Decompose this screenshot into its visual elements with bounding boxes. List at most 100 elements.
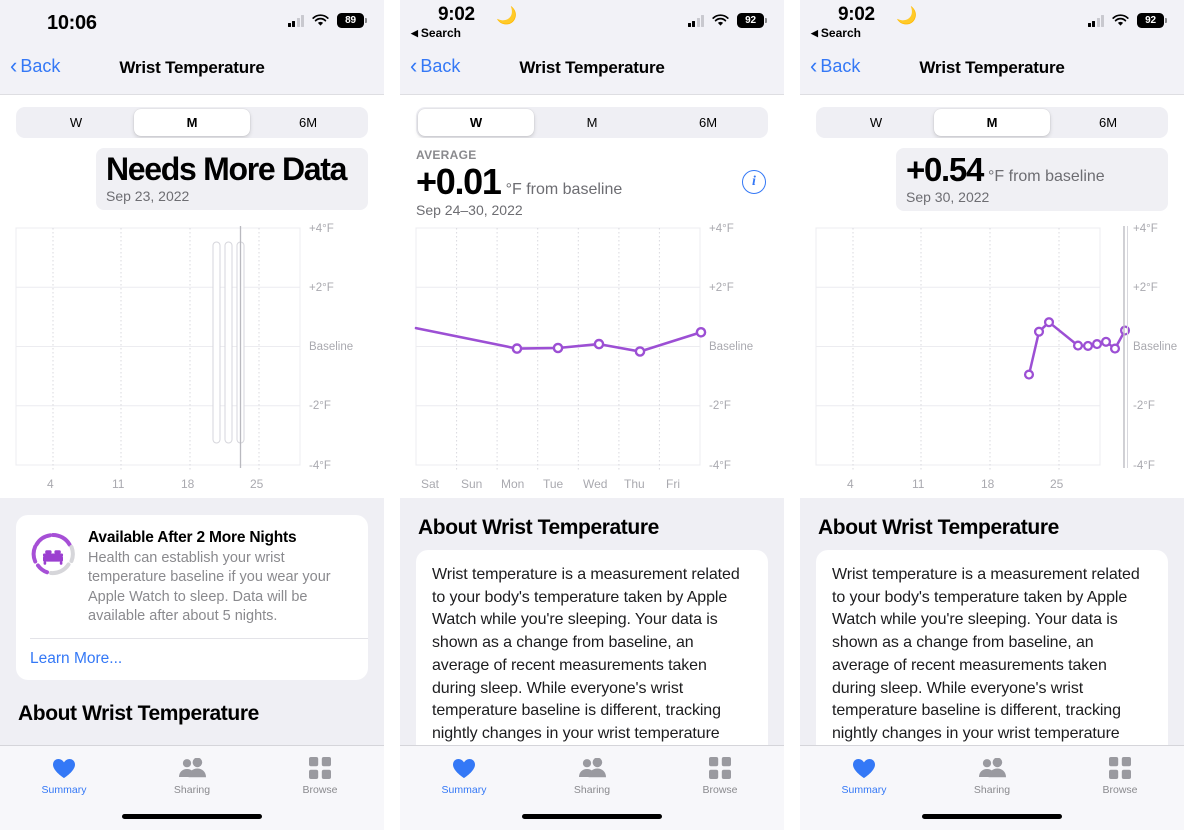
tab-summary-label: Summary xyxy=(441,784,487,796)
svg-text:Tue: Tue xyxy=(543,477,564,491)
tab-list: Summary Sharing Browse xyxy=(400,746,784,796)
status-bar: 9:02 🌙 ◀ Search 92 xyxy=(800,0,1184,46)
return-to-app[interactable]: ◀ Search xyxy=(411,26,461,40)
grid-icon xyxy=(709,755,731,781)
phone-screen-3: 9:02 🌙 ◀ Search 92 ‹ Back Wrist Temperat… xyxy=(800,0,1184,830)
tab-sharing-label: Sharing xyxy=(573,784,611,796)
availability-card-body: Health can establish your wrist temperat… xyxy=(88,550,331,624)
page-title: Wrist Temperature xyxy=(919,58,1065,77)
home-indicator[interactable] xyxy=(522,814,662,819)
info-icon[interactable]: i xyxy=(742,170,766,194)
cellular-signal-icon xyxy=(287,14,304,27)
headline-block: AVERAGE +0.01 °F from baseline Sep 24–30… xyxy=(400,138,784,220)
svg-text:-2°F: -2°F xyxy=(709,400,731,412)
range-segmented-control[interactable]: W M 6M xyxy=(416,107,768,138)
about-heading: About Wrist Temperature xyxy=(18,701,259,725)
about-text: Wrist temperature is a measurement relat… xyxy=(832,566,1140,743)
triangle-left-icon: ◀ xyxy=(411,27,418,38)
tab-summary-label: Summary xyxy=(41,784,87,796)
battery-icon: 89 xyxy=(337,13,367,28)
chart-svg: +4°F +2°F Baseline -2°F -4°F Sat Sun Mon… xyxy=(414,223,753,491)
status-time: 9:02 xyxy=(838,4,875,25)
availability-card-top: Available After 2 More Nights Health can… xyxy=(16,515,368,638)
battery-level: 92 xyxy=(1137,13,1164,28)
heart-icon xyxy=(452,755,476,781)
svg-text:4: 4 xyxy=(847,477,854,491)
svg-text:Mon: Mon xyxy=(501,477,524,491)
segment-6m[interactable]: 6M xyxy=(250,109,366,136)
battery-tip xyxy=(1165,18,1167,23)
svg-text:25: 25 xyxy=(250,477,264,491)
tab-browse[interactable]: Browse xyxy=(656,755,784,796)
segment-m[interactable]: M xyxy=(534,109,650,136)
svg-text:Sun: Sun xyxy=(461,477,482,491)
segment-w[interactable]: W xyxy=(418,109,534,136)
about-heading: About Wrist Temperature xyxy=(418,516,659,539)
status-time: 9:02 xyxy=(438,4,475,25)
chart-month-needs-data[interactable]: +4°F +2°F Baseline -2°F -4°F 4 11 18 25 xyxy=(0,220,384,502)
home-indicator[interactable] xyxy=(922,814,1062,819)
svg-text:+4°F: +4°F xyxy=(709,223,734,235)
tab-summary[interactable]: Summary xyxy=(800,755,928,796)
selection-pill: +0.54 °F from baseline Sep 30, 2022 xyxy=(896,148,1168,211)
availability-card-texts: Available After 2 More Nights Health can… xyxy=(88,529,354,626)
svg-text:11: 11 xyxy=(112,477,125,491)
tab-browse[interactable]: Browse xyxy=(256,755,384,796)
chart-week-line[interactable]: +4°F +2°F Baseline -2°F -4°F Sat Sun Mon… xyxy=(400,220,784,502)
home-indicator[interactable] xyxy=(122,814,262,819)
tab-sharing[interactable]: Sharing xyxy=(928,755,1056,796)
headline-value: Needs More Data xyxy=(106,151,347,187)
status-bar: 10:06 89 xyxy=(0,0,384,46)
learn-more-link[interactable]: Learn More... xyxy=(16,639,368,680)
range-segmented-control[interactable]: W M 6M xyxy=(816,107,1168,138)
bed-ring-icon xyxy=(30,531,76,577)
status-indicators: 89 xyxy=(287,13,367,28)
segment-m[interactable]: M xyxy=(134,109,250,136)
segment-6m[interactable]: 6M xyxy=(1050,109,1166,136)
wifi-icon xyxy=(1112,14,1129,27)
headline-unit: °F from baseline xyxy=(988,168,1105,185)
svg-text:-4°F: -4°F xyxy=(709,460,731,472)
segment-w[interactable]: W xyxy=(18,109,134,136)
headline-block: Needs More Data Sep 23, 2022 xyxy=(0,138,384,220)
about-card: Wrist temperature is a measurement relat… xyxy=(816,550,1168,758)
chart-month-line[interactable]: +4°F +2°F Baseline -2°F -4°F 4 11 18 25 xyxy=(800,220,1184,502)
segment-6m[interactable]: 6M xyxy=(650,109,766,136)
page-title: Wrist Temperature xyxy=(119,58,265,77)
svg-text:Sat: Sat xyxy=(421,477,440,491)
svg-text:18: 18 xyxy=(181,477,195,491)
tab-sharing[interactable]: Sharing xyxy=(128,755,256,796)
about-text: Wrist temperature is a measurement relat… xyxy=(432,566,740,743)
svg-text:+4°F: +4°F xyxy=(1133,223,1158,235)
tab-summary[interactable]: Summary xyxy=(400,755,528,796)
range-segmented-wrap: W M 6M xyxy=(800,95,1184,138)
tab-bar: Summary Sharing Browse xyxy=(400,745,784,830)
headline-label: AVERAGE xyxy=(416,148,477,162)
selection-pill: Needs More Data Sep 23, 2022 xyxy=(96,148,368,210)
segment-m[interactable]: M xyxy=(934,109,1050,136)
svg-text:Wed: Wed xyxy=(583,477,607,491)
tab-browse[interactable]: Browse xyxy=(1056,755,1184,796)
segment-w[interactable]: W xyxy=(818,109,934,136)
return-label: Search xyxy=(420,26,461,40)
tab-summary[interactable]: Summary xyxy=(0,755,128,796)
status-time: 10:06 xyxy=(47,12,97,34)
tab-list: Summary Sharing Browse xyxy=(800,746,1184,796)
range-segmented-wrap: W M 6M xyxy=(0,95,384,138)
headline-date: Sep 24–30, 2022 xyxy=(416,201,523,218)
range-segmented-control[interactable]: W M 6M xyxy=(16,107,368,138)
headline-value: +0.54 xyxy=(906,151,984,188)
svg-text:-4°F: -4°F xyxy=(1133,460,1155,472)
no-data-bars xyxy=(212,241,245,444)
battery-tip xyxy=(365,18,367,23)
battery-level: 92 xyxy=(737,13,764,28)
triangle-left-icon: ◀ xyxy=(811,27,818,38)
tab-sharing-label: Sharing xyxy=(973,784,1011,796)
phone-screen-1: 10:06 89 ‹ Back Wrist Temperature W M 6M… xyxy=(0,0,384,830)
tab-sharing[interactable]: Sharing xyxy=(528,755,656,796)
heart-icon xyxy=(52,755,76,781)
moon-icon: 🌙 xyxy=(896,6,918,25)
chart-svg: +4°F +2°F Baseline -2°F -4°F 4 11 18 25 xyxy=(815,223,1177,491)
return-label: Search xyxy=(820,26,861,40)
return-to-app[interactable]: ◀ Search xyxy=(811,26,861,40)
